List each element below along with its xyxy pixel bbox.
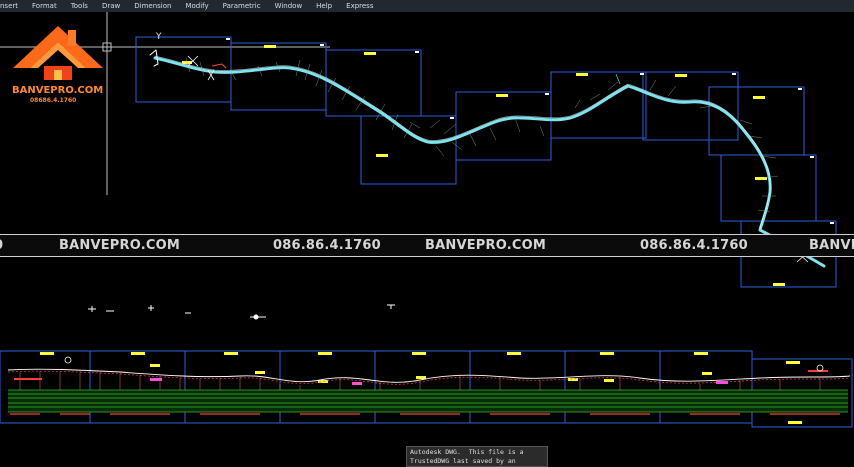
watermark-text: BANVE — [809, 238, 854, 253]
menu-window[interactable]: Window — [268, 0, 310, 12]
house-logo-icon — [13, 26, 103, 80]
point-markers — [88, 304, 395, 320]
terrain-hatching — [185, 57, 779, 213]
console-line: TrustedDWG last saved by an — [410, 457, 516, 465]
logo-phone: 08686.4.1760 — [30, 97, 77, 104]
menu-bar: nsert Format Tools Draw Dimension Modify… — [0, 0, 854, 12]
menu-format[interactable]: Format — [25, 0, 64, 12]
menu-insert[interactable]: nsert — [0, 0, 25, 12]
menu-parametric[interactable]: Parametric — [216, 0, 268, 12]
menu-help[interactable]: Help — [309, 0, 339, 12]
profile-sheet-frames — [0, 350, 853, 428]
profile-labels — [40, 352, 802, 424]
menu-modify[interactable]: Modify — [178, 0, 215, 12]
watermark-banner: 0 BANVEPRO.COM 086.86.4.1760 BANVEPRO.CO… — [0, 234, 854, 257]
menu-tools[interactable]: Tools — [64, 0, 95, 12]
logo-name: BANVEPRO.COM — [12, 85, 104, 96]
menu-dimension[interactable]: Dimension — [127, 0, 178, 12]
command-history-popup: Autodesk DWG. This file is a TrustedDWG l… — [406, 446, 548, 467]
menu-express[interactable]: Express — [339, 0, 380, 12]
watermark-text: BANVEPRO.COM — [59, 238, 180, 253]
watermark-phone: 086.86.4.1760 — [273, 238, 381, 253]
watermark-text: 0 — [0, 238, 3, 253]
menu-draw[interactable]: Draw — [95, 0, 127, 12]
watermark-text: BANVEPRO.COM — [425, 238, 546, 253]
profile-grid — [8, 389, 848, 415]
drawing-canvas[interactable]: BANVEPRO.COM 08686.4.1760 Y 0 BANVEPRO.C… — [0, 12, 854, 467]
watermark-phone: 086.86.4.1760 — [640, 238, 748, 253]
console-line: Autodesk DWG. This file is a — [410, 448, 524, 456]
ucs-y-axis-label: Y — [156, 32, 162, 42]
plan-annotations — [211, 63, 781, 245]
